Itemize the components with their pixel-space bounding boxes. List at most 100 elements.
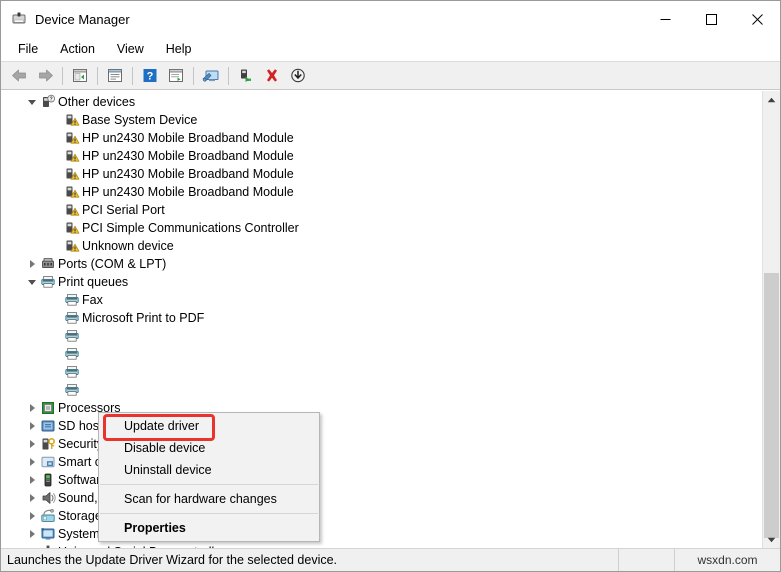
tree-row-label: Print queues: [58, 275, 129, 289]
context-menu-item[interactable]: Uninstall device: [99, 459, 319, 481]
sound-icon: [39, 490, 56, 506]
warning-device-icon: [63, 220, 80, 236]
warning-device-icon: [63, 112, 80, 128]
security-device-icon: [39, 436, 56, 452]
warning-device-icon: [63, 166, 80, 182]
chevron-right-icon[interactable]: [25, 458, 39, 466]
tree-row-label: Unknown device: [82, 239, 174, 253]
device-manager-icon: [11, 11, 27, 27]
software-device-icon: [39, 472, 56, 488]
tree-row[interactable]: [1, 345, 763, 363]
tree-row[interactable]: [1, 327, 763, 345]
chevron-right-icon[interactable]: [25, 530, 39, 538]
console-tree-button[interactable]: [67, 64, 93, 87]
update-driver-button[interactable]: [233, 64, 259, 87]
help-button[interactable]: ?: [137, 64, 163, 87]
window-title: Device Manager: [35, 11, 130, 27]
tree-row[interactable]: [1, 363, 763, 381]
menu-file[interactable]: File: [7, 39, 49, 59]
tree-row[interactable]: Universal Serial Bus controllers: [1, 543, 763, 548]
printer-icon: [63, 292, 80, 308]
tree-row-label: Other devices: [58, 95, 136, 109]
uninstall-device-button[interactable]: [259, 64, 285, 87]
printer-icon: [39, 274, 56, 290]
menu-bar: File Action View Help: [1, 37, 780, 61]
tree-row-label: HP un2430 Mobile Broadband Module: [82, 149, 294, 163]
properties-button[interactable]: [102, 64, 128, 87]
printer-icon: [63, 382, 80, 398]
tree-row[interactable]: Ports (COM & LPT): [1, 255, 763, 273]
menu-help[interactable]: Help: [155, 39, 203, 59]
back-button[interactable]: [6, 64, 32, 87]
disable-device-button[interactable]: [285, 64, 311, 87]
chevron-right-icon[interactable]: [25, 494, 39, 502]
tree-row-label: PCI Simple Communications Controller: [82, 221, 299, 235]
title-bar: Device Manager: [1, 1, 780, 37]
tree-row[interactable]: PCI Serial Port: [1, 201, 763, 219]
toolbar-separator: [228, 66, 229, 85]
unknown-device-icon: ?: [39, 94, 56, 110]
tree-row[interactable]: Fax: [1, 291, 763, 309]
forward-button[interactable]: [32, 64, 58, 87]
tree-row[interactable]: Microsoft Print to PDF: [1, 309, 763, 327]
status-spacer-cell: [618, 549, 674, 571]
tree-row-label: Fax: [82, 293, 103, 307]
tree-row-label: Universal Serial Bus controllers: [56, 543, 234, 548]
context-menu-separator: [100, 484, 318, 485]
maximize-button[interactable]: [688, 1, 734, 37]
chevron-right-icon[interactable]: [25, 422, 39, 430]
scroll-down-button[interactable]: [763, 531, 780, 548]
tree-row[interactable]: Print queues: [1, 273, 763, 291]
scrollbar-thumb[interactable]: [764, 273, 779, 538]
tree-row[interactable]: Unknown device: [1, 237, 763, 255]
context-menu[interactable]: Update driver Disable device Uninstall dev…: [98, 412, 320, 542]
scan-for-hardware-changes-button[interactable]: [198, 64, 224, 87]
warning-device-icon: [63, 130, 80, 146]
chevron-down-icon[interactable]: [25, 99, 39, 105]
tree-row[interactable]: HP un2430 Mobile Broadband Module: [1, 165, 763, 183]
tree-row[interactable]: HP un2430 Mobile Broadband Module: [1, 147, 763, 165]
chevron-right-icon[interactable]: [25, 512, 39, 520]
printer-icon: [63, 346, 80, 362]
printer-icon: [63, 328, 80, 344]
tree-row[interactable]: HP un2430 Mobile Broadband Module: [1, 129, 763, 147]
warning-device-icon: [63, 238, 80, 254]
ports-icon: [39, 256, 56, 272]
chevron-down-icon[interactable]: [25, 279, 39, 285]
chevron-right-icon[interactable]: [25, 260, 39, 268]
toolbar-separator: [132, 66, 133, 85]
tree-row[interactable]: [1, 381, 763, 399]
toolbar-separator: [97, 66, 98, 85]
tree-row[interactable]: Base System Device: [1, 111, 763, 129]
tree-row-label: HP un2430 Mobile Broadband Module: [82, 167, 294, 181]
tree-row-label: Microsoft Print to PDF: [82, 311, 205, 325]
vertical-scrollbar[interactable]: [762, 91, 780, 548]
tree-row-label: HP un2430 Mobile Broadband Module: [82, 185, 294, 199]
svg-text:?: ?: [147, 71, 154, 83]
chevron-right-icon[interactable]: [25, 404, 39, 412]
context-menu-item[interactable]: Disable device: [99, 437, 319, 459]
view-list-button[interactable]: [163, 64, 189, 87]
tree-row[interactable]: PCI Simple Communications Controller: [1, 219, 763, 237]
context-menu-item[interactable]: Properties: [99, 517, 319, 539]
tree-row[interactable]: HP un2430 Mobile Broadband Module: [1, 183, 763, 201]
tree-row-label: Ports (COM & LPT): [58, 257, 167, 271]
tree-row-label: HP un2430 Mobile Broadband Module: [82, 131, 294, 145]
menu-action[interactable]: Action: [49, 39, 106, 59]
minimize-button[interactable]: [642, 1, 688, 37]
chevron-right-icon[interactable]: [25, 476, 39, 484]
device-tree-pane: ? Other devices Base System Device HP un243…: [1, 90, 780, 548]
warning-device-icon: [63, 148, 80, 164]
printer-icon: [63, 364, 80, 380]
context-menu-item[interactable]: Scan for hardware changes: [99, 488, 319, 510]
smart-card-reader-icon: [39, 454, 56, 470]
scroll-up-button[interactable]: [763, 91, 780, 108]
toolbar-separator: [62, 66, 63, 85]
context-menu-item[interactable]: Update driver: [99, 415, 319, 437]
tree-row[interactable]: ? Other devices: [1, 93, 763, 111]
menu-view[interactable]: View: [106, 39, 155, 59]
sd-host-adapter-icon: [39, 418, 56, 434]
usb-icon: [39, 544, 56, 548]
close-button[interactable]: [734, 1, 780, 37]
chevron-right-icon[interactable]: [25, 440, 39, 448]
